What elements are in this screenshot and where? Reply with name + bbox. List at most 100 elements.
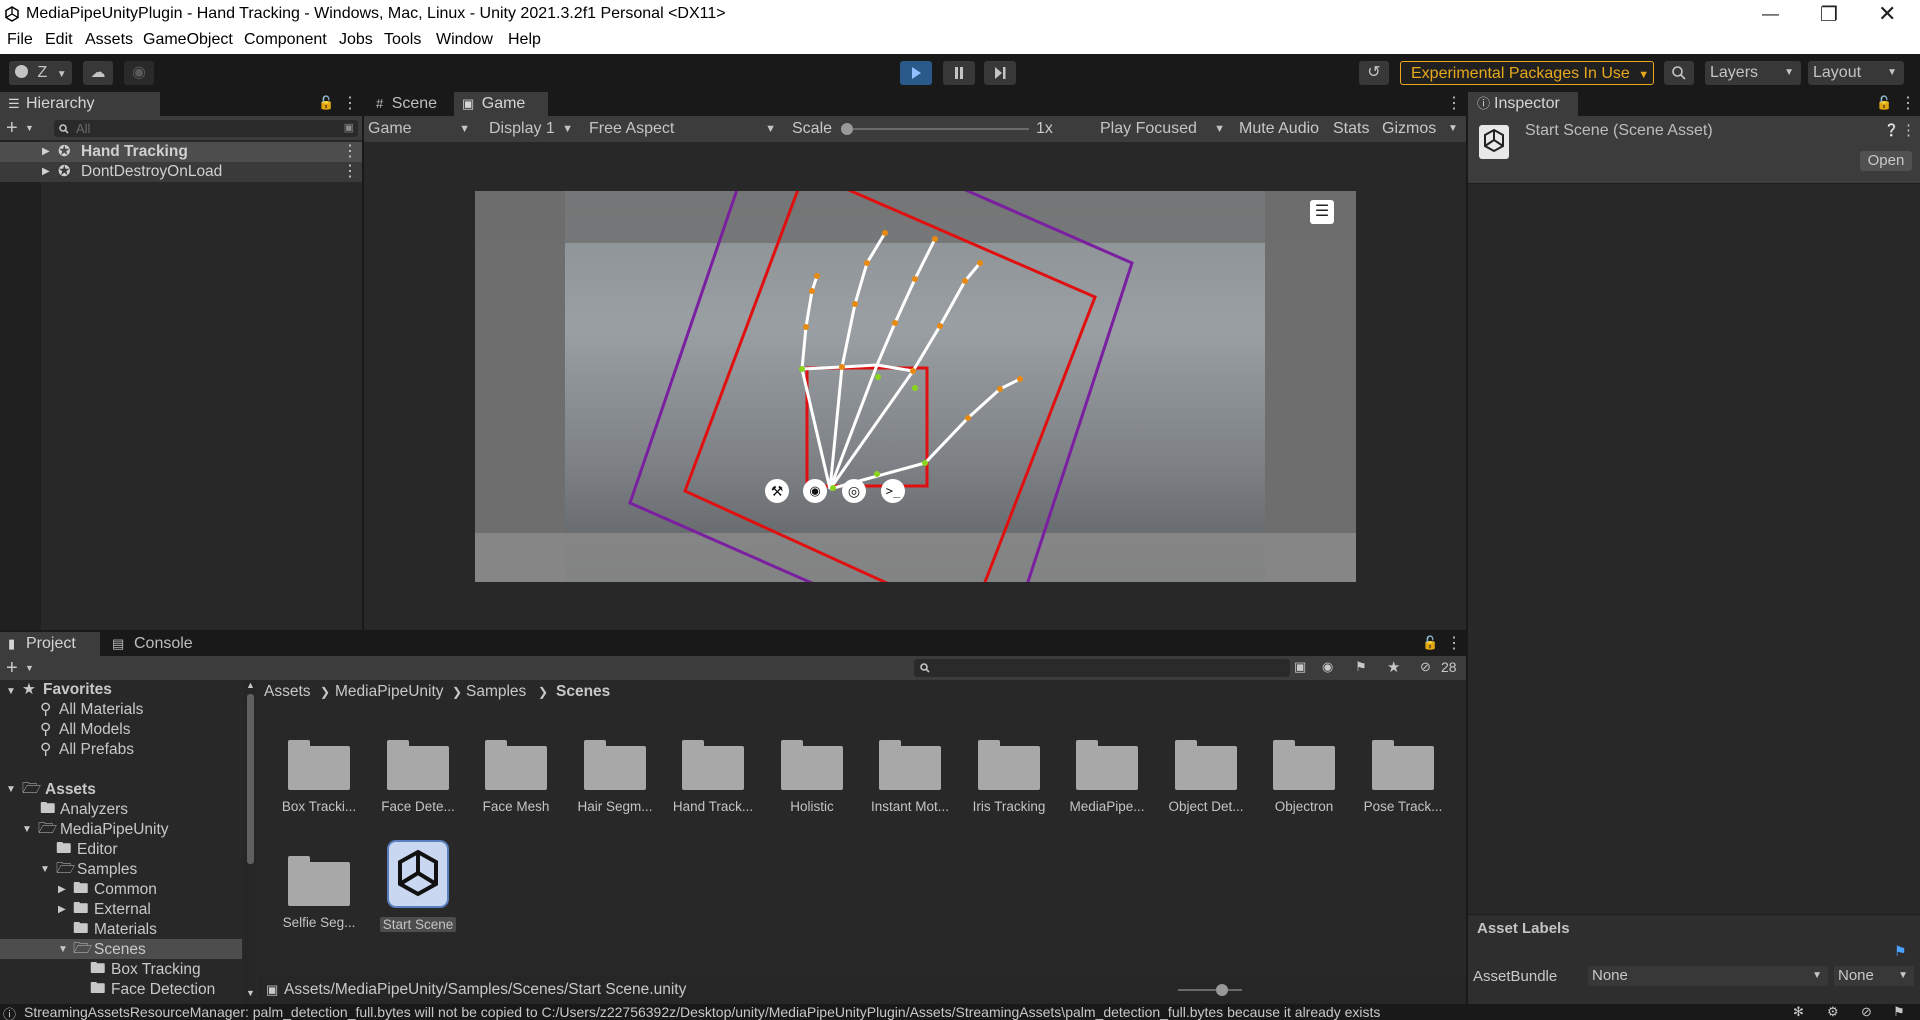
folder-item[interactable]: Hand Track...: [668, 740, 758, 814]
tree-all-models[interactable]: All Models: [59, 720, 131, 740]
step-button[interactable]: [984, 61, 1016, 85]
folder-item[interactable]: Holistic: [767, 740, 857, 814]
game-viewport[interactable]: ☰ ⚒ ◉ ◎ >_: [475, 191, 1356, 582]
menu-jobs[interactable]: Jobs: [339, 31, 373, 49]
debugger-icon[interactable]: ✻: [1793, 1004, 1804, 1020]
tree-analyzers[interactable]: Analyzers: [60, 800, 128, 820]
progress-icon[interactable]: ⚙: [1827, 1004, 1839, 1020]
foldout-arrow-icon[interactable]: ▼: [40, 860, 50, 880]
folder-item[interactable]: Instant Mot...: [865, 740, 955, 814]
help-icon[interactable]: ❔: [1884, 123, 1899, 137]
tree-materials[interactable]: Materials: [94, 920, 157, 940]
favorite-star-icon[interactable]: ★: [1387, 658, 1400, 676]
chevron-down-icon[interactable]: ▼: [1448, 116, 1458, 142]
filter-by-label-icon[interactable]: ⚑: [1355, 659, 1367, 675]
menu-assets[interactable]: Assets: [85, 31, 133, 49]
globe-overlay-button[interactable]: ◎: [842, 479, 866, 503]
kebab-menu-icon[interactable]: ⋮: [342, 93, 358, 113]
hierarchy-item-dontdestroyonload[interactable]: ▶ ✪ DontDestroyOnLoad ⋮: [0, 162, 362, 182]
foldout-arrow-icon[interactable]: ▼: [6, 682, 16, 702]
chevron-down-icon[interactable]: ▼: [25, 123, 34, 133]
folder-item[interactable]: MediaPipe...: [1062, 740, 1152, 814]
tab-scene[interactable]: # Scene: [364, 92, 454, 116]
add-icon[interactable]: +: [6, 116, 18, 140]
display-dropdown[interactable]: Display 1 ▼: [483, 116, 579, 142]
icon-size-slider-handle[interactable]: [1216, 984, 1228, 996]
search-filter-icon[interactable]: ▣: [1294, 659, 1306, 675]
maximize-button[interactable]: ❐: [1820, 2, 1838, 27]
add-icon[interactable]: +: [6, 656, 18, 680]
folder-item[interactable]: Object Det...: [1161, 740, 1251, 814]
tab-console[interactable]: ▤ Console: [100, 632, 200, 656]
kebab-menu-icon[interactable]: ⋮: [342, 142, 358, 162]
folder-item[interactable]: Pose Track...: [1358, 740, 1448, 814]
hamburger-menu-button[interactable]: ☰: [1310, 200, 1334, 224]
console-overlay-button[interactable]: >_: [881, 479, 905, 503]
tree-face-detection[interactable]: Face Detection: [111, 980, 215, 1000]
history-button[interactable]: ↺: [1359, 61, 1389, 85]
tree-scrollbar-thumb[interactable]: [247, 694, 254, 864]
scale-slider-handle[interactable]: [841, 123, 853, 135]
scale-slider[interactable]: [841, 128, 1029, 130]
close-button[interactable]: ✕: [1878, 1, 1896, 27]
search-filter-icon[interactable]: ▣: [344, 121, 354, 134]
tree-scenes[interactable]: Scenes: [94, 940, 146, 960]
hierarchy-item-hand-tracking[interactable]: ▶ ✪ Hand Tracking ⋮: [0, 142, 362, 162]
tab-game[interactable]: ▣ Game: [454, 92, 548, 116]
menu-help[interactable]: Help: [508, 31, 541, 49]
folder-item[interactable]: Selfie Seg...: [274, 856, 364, 930]
kebab-menu-icon[interactable]: ⋮: [1900, 93, 1916, 113]
tab-hierarchy[interactable]: ☰ Hierarchy: [0, 92, 160, 116]
tab-inspector[interactable]: ⓘ Inspector: [1468, 92, 1578, 116]
menu-file[interactable]: File: [7, 31, 33, 49]
status-message[interactable]: StreamingAssetsResourceManager: palm_det…: [24, 1004, 1380, 1020]
lock-icon[interactable]: 🔓: [318, 95, 334, 111]
folder-item[interactable]: Face Mesh: [471, 740, 561, 814]
breadcrumb-mediapipeunity[interactable]: MediaPipeUnity: [335, 680, 444, 704]
breadcrumb-samples[interactable]: Samples: [466, 680, 526, 704]
camera-overlay-button[interactable]: ◉: [803, 479, 827, 503]
lock-icon[interactable]: 🔓: [1422, 635, 1438, 651]
tab-project[interactable]: ▮ Project: [0, 632, 100, 656]
scroll-up-icon[interactable]: ▲: [246, 680, 255, 690]
menu-edit[interactable]: Edit: [45, 31, 73, 49]
chevron-down-icon[interactable]: ▼: [25, 663, 34, 673]
folder-item[interactable]: Hair Segm...: [570, 740, 660, 814]
hidden-packages-icon[interactable]: ⊘: [1420, 659, 1431, 675]
tree-all-materials[interactable]: All Materials: [59, 700, 143, 720]
cloud-button[interactable]: ☁: [83, 61, 113, 85]
notifications-icon[interactable]: ⚑: [1893, 1004, 1905, 1020]
minimize-button[interactable]: —: [1762, 4, 1779, 24]
menu-gameobject[interactable]: GameObject: [143, 31, 233, 49]
play-button[interactable]: [900, 61, 932, 85]
foldout-arrow-icon[interactable]: ▶: [42, 162, 50, 182]
foldout-arrow-icon[interactable]: ▼: [6, 780, 16, 800]
stats-toggle[interactable]: Stats: [1333, 116, 1369, 142]
kebab-menu-icon[interactable]: ⋮: [1446, 633, 1462, 653]
menu-component[interactable]: Component: [244, 31, 327, 49]
hierarchy-search-input[interactable]: All ▣: [54, 120, 358, 137]
menu-window[interactable]: Window: [436, 31, 493, 49]
tree-all-prefabs[interactable]: All Prefabs: [59, 740, 134, 760]
foldout-arrow-icon[interactable]: ▼: [58, 940, 68, 960]
assetbundle-dropdown[interactable]: None ▼: [1588, 966, 1828, 986]
breadcrumb-assets[interactable]: Assets: [264, 680, 311, 704]
icon-size-slider[interactable]: [1178, 989, 1242, 991]
mute-audio-toggle[interactable]: Mute Audio: [1239, 116, 1319, 142]
settings-overlay-button[interactable]: ⚒: [765, 479, 789, 503]
settings-icon[interactable]: ⋮: [1901, 121, 1916, 139]
scene-asset-item[interactable]: Start Scene: [373, 840, 463, 932]
project-search-input[interactable]: [914, 659, 1290, 677]
account-dropdown[interactable]: Z ▼: [9, 61, 72, 85]
foldout-arrow-icon[interactable]: ▼: [22, 820, 32, 840]
open-button[interactable]: Open: [1860, 151, 1912, 171]
collab-button[interactable]: ◉: [124, 61, 154, 85]
foldout-arrow-icon[interactable]: ▶: [58, 880, 66, 900]
foldout-arrow-icon[interactable]: ▶: [42, 142, 50, 162]
folder-item[interactable]: Iris Tracking: [964, 740, 1054, 814]
menu-tools[interactable]: Tools: [384, 31, 421, 49]
label-tag-icon[interactable]: ⚑: [1894, 943, 1907, 960]
experimental-packages-button[interactable]: Experimental Packages In Use ▼: [1400, 61, 1654, 85]
search-button[interactable]: [1664, 61, 1694, 85]
tree-external[interactable]: External: [94, 900, 151, 920]
